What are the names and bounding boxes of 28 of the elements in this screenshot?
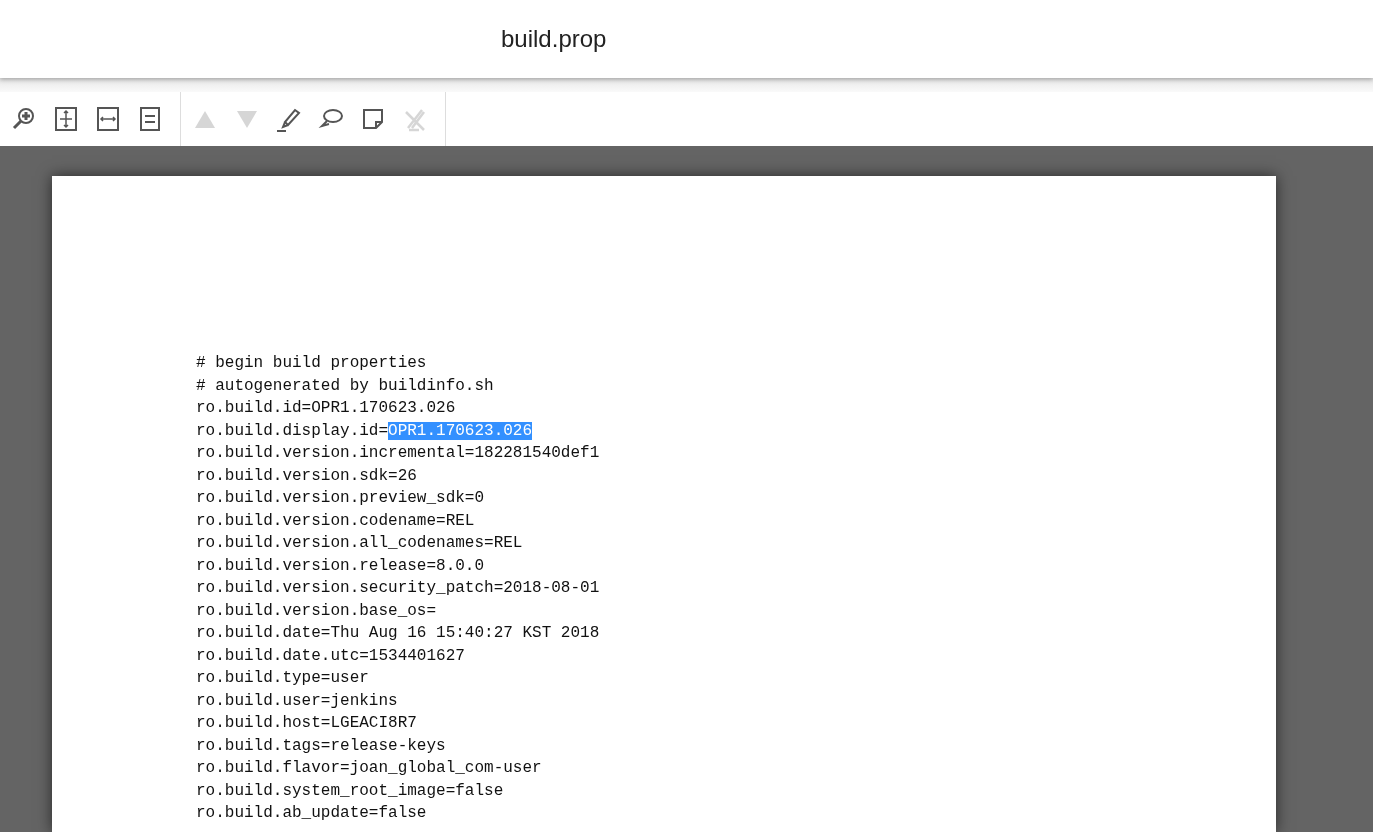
text-line: ro.build.date=Thu Aug 16 15:40:27 KST 2018 — [196, 623, 601, 644]
text-line: ro.build.host=LGEACI8R7 — [196, 713, 418, 734]
text-line: ro.build.version.all_codenames=REL — [196, 533, 524, 554]
text-line: ro.build.version.base_os= — [196, 600, 438, 622]
text-line: ro.build.version.incremental=182281540def1 — [196, 443, 601, 464]
text-line: ro.build.system_root_image=false — [196, 780, 505, 802]
text-line: ro.build.version.preview_sdk=0 — [196, 488, 486, 509]
text-line: ro.build.version.release=8.0.0 — [196, 555, 486, 577]
zoom-in-icon — [11, 106, 37, 132]
text-line: ro.build.tags=release-keys — [196, 735, 447, 757]
text-line: ro.build.ab_update=false — [196, 803, 428, 824]
window-title: build.prop — [501, 25, 607, 53]
text-line: ro.build.id=OPR1.170623.026 — [196, 398, 457, 419]
text-line: # autogenerated by buildinfo.sh — [196, 375, 495, 397]
text-line: ro.build.version.security_patch=2018-08-01 — [196, 578, 601, 599]
single-page-icon — [137, 106, 163, 132]
text-line: # begin build properties — [196, 353, 428, 374]
text-line: ro.build.version.codename=REL — [196, 510, 476, 532]
text-line: ro.build.version.sdk=26 — [196, 465, 418, 487]
fit-page-icon — [53, 106, 79, 132]
highlighter-icon — [276, 106, 302, 132]
text-line: ro.build.user=jenkins — [196, 690, 399, 712]
text-line: ro.build.date.utc=1534401627 — [196, 645, 466, 667]
text-line: ro.build.flavor=joan_global_com-user — [196, 758, 543, 779]
sticky-note-icon — [360, 106, 386, 132]
fit-width-icon — [95, 106, 121, 132]
text-line: ro.build.type=user — [196, 668, 370, 689]
selected-text: OPR1.170623.026 — [388, 421, 533, 440]
